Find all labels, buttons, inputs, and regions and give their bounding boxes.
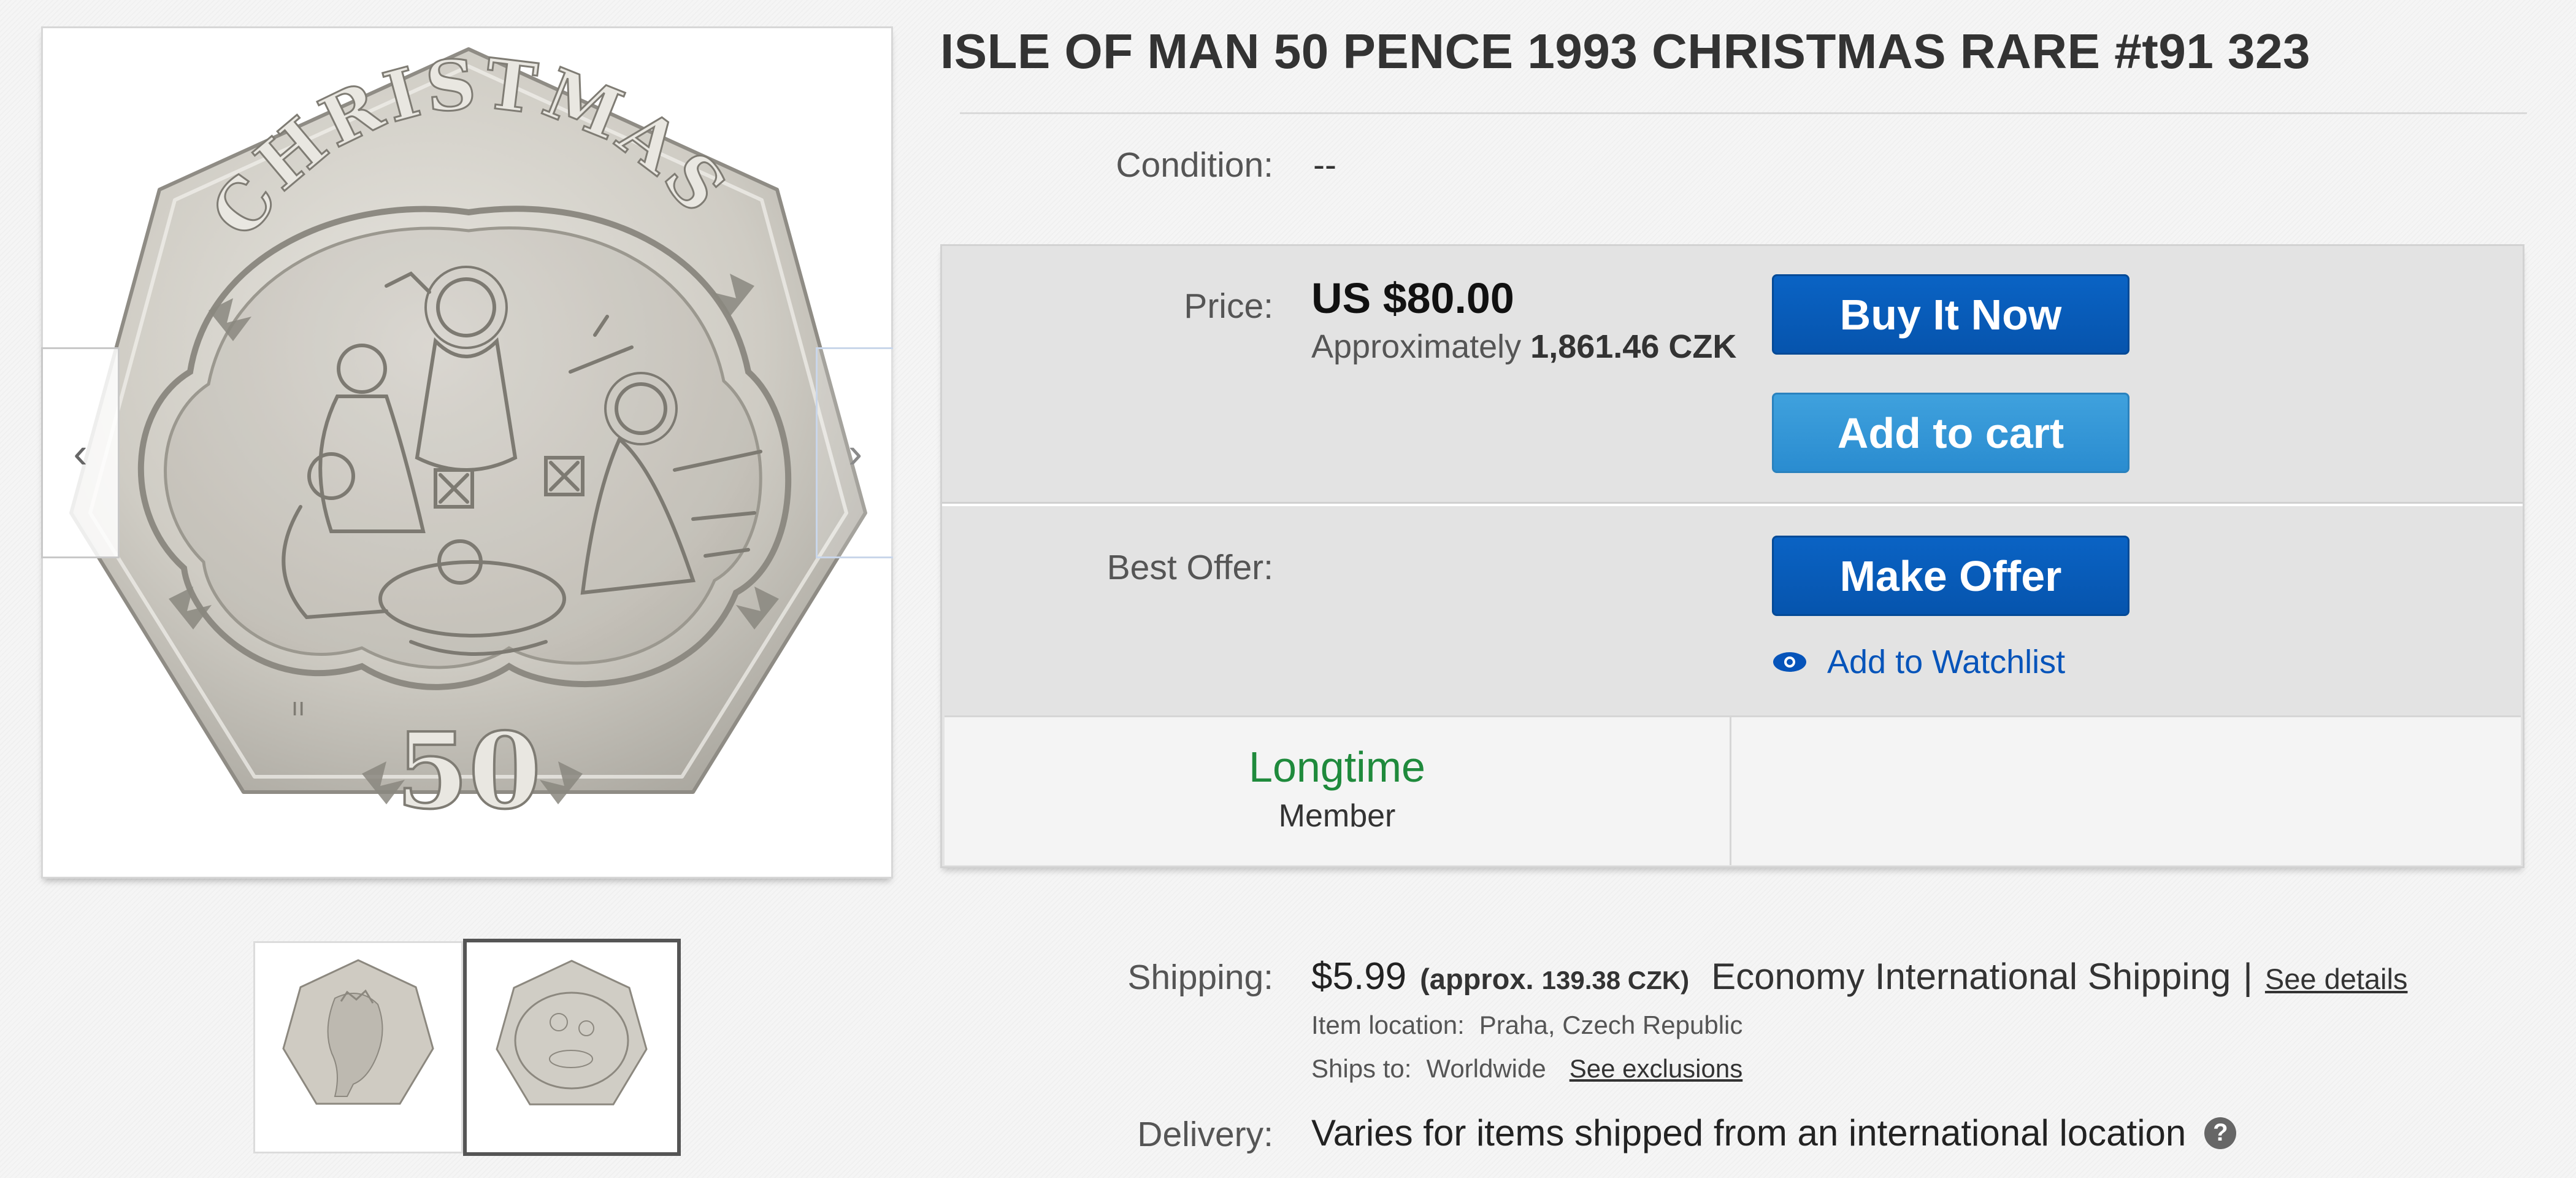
best-offer-label: Best Offer: xyxy=(1106,548,1273,587)
ships-to-value: Worldwide xyxy=(1426,1054,1546,1083)
shipping-label: Shipping: xyxy=(1127,958,1273,997)
shipping-line: $5.99 (approx. 139.38 CZK) Economy Inter… xyxy=(1311,955,2407,998)
svg-text:ıı: ıı xyxy=(291,693,305,722)
price-approx: Approximately 1,861.46 CZK xyxy=(1311,328,1736,366)
delivery-value: Varies for items shipped from an interna… xyxy=(1311,1112,2187,1153)
add-to-watchlist-link[interactable]: Add to Watchlist xyxy=(1772,643,2065,681)
item-location: Item location: Praha, Czech Republic xyxy=(1311,1011,1742,1040)
make-offer-button[interactable]: Make Offer xyxy=(1772,536,2129,616)
listing-title: ISLE OF MAN 50 PENCE 1993 CHRISTMAS RARE… xyxy=(940,24,2311,79)
badge-divider xyxy=(1730,715,1731,865)
longtime-badge-subtitle: Member xyxy=(1278,798,1396,834)
longtime-badge-title: Longtime xyxy=(1249,743,1425,791)
see-details-link[interactable]: See details xyxy=(2265,962,2408,996)
delivery-label: Delivery: xyxy=(1137,1115,1273,1154)
next-image-button[interactable]: › xyxy=(816,347,893,558)
ships-to: Ships to: Worldwide See exclusions xyxy=(1311,1054,1742,1084)
shipping-approx-prefix: (approx. xyxy=(1420,963,1534,995)
chevron-left-icon: ‹ xyxy=(73,429,88,477)
main-image-viewer[interactable]: CHRISTMAS 50 ıı xyxy=(41,26,893,879)
buy-box-divider xyxy=(942,502,2523,506)
shipping-approx: (approx. 139.38 CZK) xyxy=(1420,962,1689,996)
condition-label: Condition: xyxy=(1116,145,1273,185)
coin-reverse-thumb-image xyxy=(496,960,648,1106)
coin-obverse-image xyxy=(282,959,434,1105)
price-label: Price: xyxy=(1184,287,1273,326)
see-exclusions-link[interactable]: See exclusions xyxy=(1570,1054,1743,1084)
shipping-service: Economy International Shipping xyxy=(1711,956,2231,997)
item-location-value: Praha, Czech Republic xyxy=(1479,1011,1743,1039)
delivery-line: Varies for items shipped from an interna… xyxy=(1311,1112,2237,1154)
ships-to-label: Ships to: xyxy=(1311,1054,1412,1083)
approx-prefix: Approximately xyxy=(1311,328,1522,365)
watchlist-label: Add to Watchlist xyxy=(1827,644,2066,680)
price-value: US $80.00 xyxy=(1311,274,1514,322)
chevron-right-icon: › xyxy=(848,429,863,477)
item-location-label: Item location: xyxy=(1311,1011,1465,1039)
svg-text:50: 50 xyxy=(396,710,542,833)
coin-reverse-image: CHRISTMAS 50 ıı xyxy=(69,42,867,834)
buy-it-now-button[interactable]: Buy It Now xyxy=(1772,274,2129,355)
condition-value: -- xyxy=(1313,145,1336,185)
coin-obverse-thumbnail[interactable] xyxy=(253,941,463,1153)
shipping-approx-value: 139.38 CZK) xyxy=(1541,966,1690,995)
add-to-cart-button[interactable]: Add to cart xyxy=(1772,393,2129,473)
coin-reverse-thumbnail[interactable] xyxy=(463,939,681,1156)
approx-czk-value: 1,861.46 CZK xyxy=(1530,328,1737,365)
title-divider xyxy=(960,112,2527,114)
eye-icon xyxy=(1773,652,1806,672)
shipping-price: $5.99 xyxy=(1311,955,1407,998)
shipping-separator: | xyxy=(2243,956,2253,997)
previous-image-button[interactable]: ‹ xyxy=(41,347,120,558)
help-icon[interactable]: ? xyxy=(2204,1117,2237,1149)
